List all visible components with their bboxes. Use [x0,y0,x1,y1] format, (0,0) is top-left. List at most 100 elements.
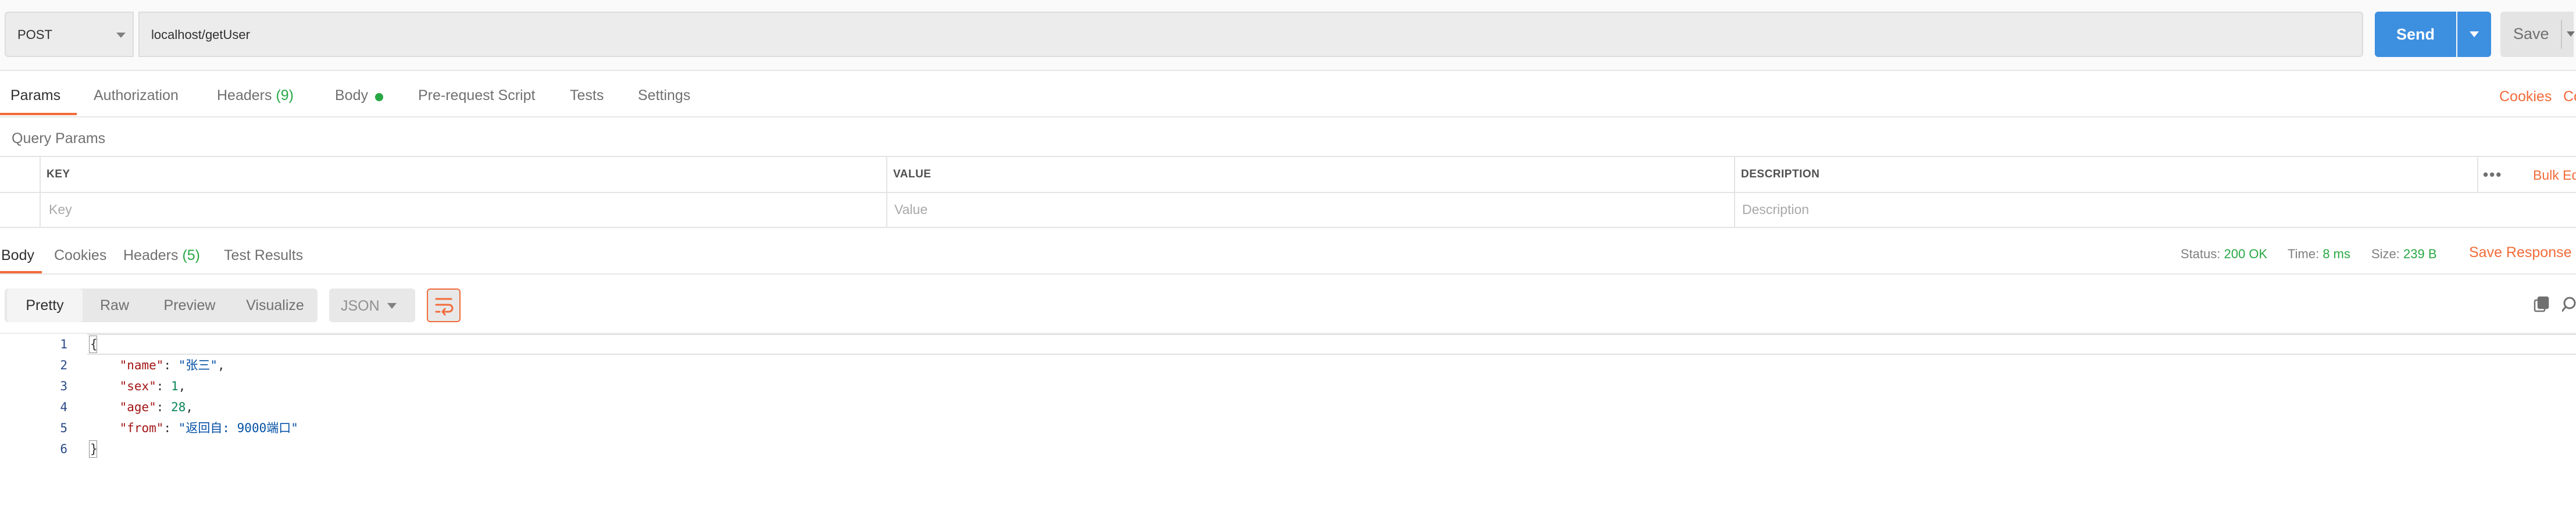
bulk-edit-link[interactable]: Bulk Edit [2533,168,2576,183]
response-tab-body[interactable]: Body [1,247,34,264]
table-border [0,192,2576,193]
bracket-match-highlight [89,440,97,458]
status-label: Status: [2181,247,2221,261]
code-line: 4 "age": 28, [0,397,2576,418]
query-params-title: Query Params [12,130,106,147]
method-label: POST [17,27,52,42]
send-button[interactable]: Send [2375,12,2456,57]
json-value: 28 [171,400,186,414]
code-line: 5 "from": "返回自: 9000端口" [0,418,2576,439]
response-tab-cookies-label: Cookies [54,247,107,263]
table-border [40,156,41,228]
tab-settings-label: Settings [638,87,691,104]
table-border [886,156,887,228]
divider [0,70,2576,71]
view-mode-pretty[interactable]: Pretty [7,288,83,322]
body-indicator-dot [375,93,383,101]
response-tab-test-results-label: Test Results [224,247,304,263]
json-value: "张三" [178,358,218,372]
json-key: "name" [119,358,164,372]
save-button[interactable]: Save [2500,12,2575,57]
code-line: 6 } [0,439,2576,459]
response-tab-headers-count: (5) [182,247,201,263]
tab-settings[interactable]: Settings [638,87,690,104]
json-comma: , [178,379,186,393]
size-label: Size: [2371,247,2400,261]
url-text: localhost/getUser [151,27,250,42]
tab-headers-count: (9) [276,87,294,104]
tab-params-label: Params [10,87,61,104]
line-number: 1 [60,337,67,351]
status-value: 200 OK [2224,247,2268,261]
view-mode-raw[interactable]: Raw [83,288,147,322]
wrap-lines-button[interactable] [427,288,461,322]
format-select[interactable]: JSON [329,288,415,322]
tab-headers-label: Headers [217,87,272,104]
url-input[interactable]: localhost/getUser [138,12,2363,57]
divider [0,116,2576,117]
tab-body[interactable]: Body [335,87,368,104]
tab-body-label: Body [335,87,368,104]
column-header-description: DESCRIPTION [1741,168,1820,180]
line-number: 3 [60,379,67,393]
json-comma: , [185,400,194,414]
tab-tests[interactable]: Tests [570,87,604,104]
code-line: 2 "name": "张三", [0,355,2576,376]
send-options-button[interactable] [2457,12,2491,57]
method-select[interactable]: POST [5,12,134,57]
divider [0,273,2576,275]
time-label: Time: [2288,247,2320,261]
save-response-button[interactable]: Save Response [2469,244,2572,261]
tab-headers[interactable]: Headers (9) [217,87,294,104]
key-input[interactable]: Key [49,202,72,218]
code-text: "from": "返回自: 9000端口" [119,421,298,435]
table-border [2477,156,2478,192]
description-input[interactable]: Description [1742,202,1809,218]
line-number: 2 [60,358,67,372]
table-border [0,227,2576,228]
json-key: "age" [119,400,156,414]
view-mode-preview[interactable]: Preview [147,288,233,322]
code-link[interactable]: Code [2563,88,2576,105]
response-tab-test-results[interactable]: Test Results [224,247,303,264]
format-label: JSON [341,298,380,314]
chevron-down-icon [387,303,397,309]
save-label: Save [2513,25,2549,42]
json-key: "from" [119,421,164,435]
tab-pre-request-script-label: Pre-request Script [418,87,536,104]
code-text: "age": 28, [119,400,194,414]
tab-pre-request-script[interactable]: Pre-request Script [418,87,535,104]
code-text: "sex": 1, [119,379,186,393]
json-value: "返回自: 9000端口" [178,421,298,435]
view-mode-group: Pretty Raw Preview Visualize [5,288,317,322]
tab-authorization[interactable]: Authorization [94,87,179,104]
response-tab-cookies[interactable]: Cookies [54,247,106,264]
value-input[interactable]: Value [894,202,927,218]
save-divider [2561,20,2562,49]
more-options-icon[interactable]: ••• [2483,167,2502,182]
tab-params[interactable]: Params [10,87,60,104]
chevron-down-icon [116,33,126,38]
copy-icon[interactable] [2533,295,2550,313]
view-mode-visualize[interactable]: Visualize [233,288,317,322]
line-number: 6 [60,442,67,456]
code-line: 1 { [0,334,2576,355]
tab-tests-label: Tests [570,87,604,104]
search-icon[interactable] [2562,295,2576,313]
size-info: Size: 239 B [2371,247,2437,262]
json-key: "sex" [119,379,156,393]
line-number: 4 [60,400,67,414]
response-tab-headers[interactable]: Headers (5) [123,247,200,264]
column-header-value: VALUE [893,168,932,180]
table-border [1734,156,1735,228]
column-header-key: KEY [47,168,70,180]
table-border [0,156,2576,157]
time-value: 8 ms [2322,247,2350,261]
code-text: "name": "张三", [119,358,225,372]
cookies-link[interactable]: Cookies [2499,88,2552,105]
active-tab-indicator [0,113,77,115]
response-tab-body-label: Body [1,247,34,263]
bracket-match-highlight [89,336,97,353]
chevron-down-icon[interactable] [2567,31,2575,37]
status-info: Status: 200 OK [2181,247,2267,262]
